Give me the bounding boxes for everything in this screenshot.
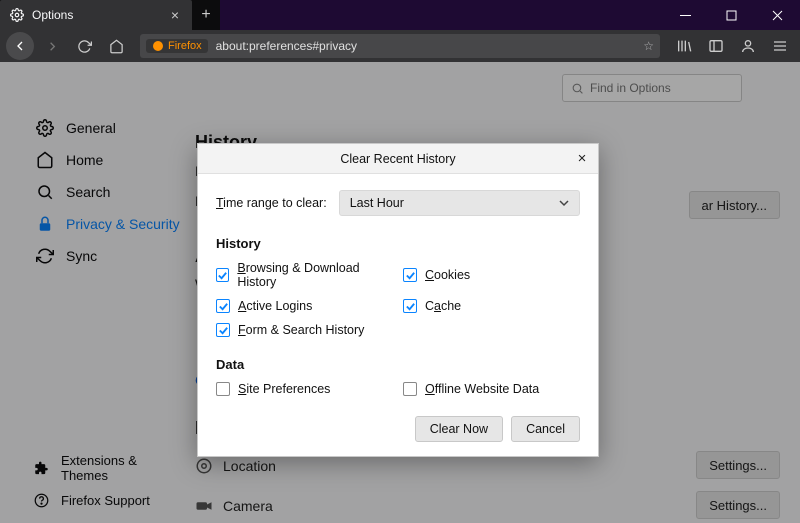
bookmark-star-icon[interactable]: ☆ bbox=[643, 39, 654, 53]
checkbox-form-history[interactable]: Form & Search History bbox=[216, 323, 393, 337]
nav-forward-button[interactable] bbox=[38, 32, 66, 60]
url-bar[interactable]: Firefox about:preferences#privacy ☆ bbox=[140, 34, 660, 58]
group-data-title: Data bbox=[216, 357, 580, 372]
navbar: Firefox about:preferences#privacy ☆ bbox=[0, 30, 800, 62]
window-minimize-button[interactable] bbox=[662, 0, 708, 30]
nav-reload-button[interactable] bbox=[70, 32, 98, 60]
dialog-header: Clear Recent History × bbox=[198, 144, 598, 174]
checkbox-browsing-history[interactable]: Browsing & Download History bbox=[216, 261, 393, 289]
tab-close-button[interactable]: × bbox=[168, 7, 182, 23]
sidebar-toggle-icon[interactable] bbox=[702, 32, 730, 60]
gear-icon bbox=[10, 8, 24, 22]
titlebar: Options × + bbox=[0, 0, 800, 30]
dialog-title: Clear Recent History bbox=[340, 152, 455, 166]
browser-tab[interactable]: Options × bbox=[0, 0, 192, 30]
cancel-button[interactable]: Cancel bbox=[511, 416, 580, 442]
checkbox-cache[interactable]: Cache bbox=[403, 299, 580, 313]
new-tab-button[interactable]: + bbox=[192, 0, 220, 30]
checkbox-site-preferences[interactable]: Site Preferences bbox=[216, 382, 393, 396]
nav-home-button[interactable] bbox=[102, 32, 130, 60]
clear-history-dialog: Clear Recent History × Time range to cle… bbox=[197, 143, 599, 457]
time-range-label: Time range to clear: bbox=[216, 196, 327, 210]
chevron-down-icon bbox=[559, 198, 569, 208]
checkbox-cookies[interactable]: Cookies bbox=[403, 261, 580, 289]
url-text: about:preferences#privacy bbox=[216, 39, 357, 53]
app-menu-button[interactable] bbox=[766, 32, 794, 60]
window-close-button[interactable] bbox=[754, 0, 800, 30]
firefox-badge-label: Firefox bbox=[168, 40, 202, 52]
nav-back-button[interactable] bbox=[6, 32, 34, 60]
account-icon[interactable] bbox=[734, 32, 762, 60]
library-icon[interactable] bbox=[670, 32, 698, 60]
time-range-value: Last Hour bbox=[350, 196, 404, 210]
checkbox-offline-data[interactable]: Offline Website Data bbox=[403, 382, 580, 396]
dialog-close-button[interactable]: × bbox=[574, 150, 590, 166]
time-range-select[interactable]: Last Hour bbox=[339, 190, 580, 216]
checkbox-active-logins[interactable]: Active Logins bbox=[216, 299, 393, 313]
tab-title: Options bbox=[32, 8, 160, 22]
clear-now-button[interactable]: Clear Now bbox=[415, 416, 503, 442]
window-maximize-button[interactable] bbox=[708, 0, 754, 30]
firefox-badge: Firefox bbox=[146, 39, 208, 53]
group-history-title: History bbox=[216, 236, 580, 251]
